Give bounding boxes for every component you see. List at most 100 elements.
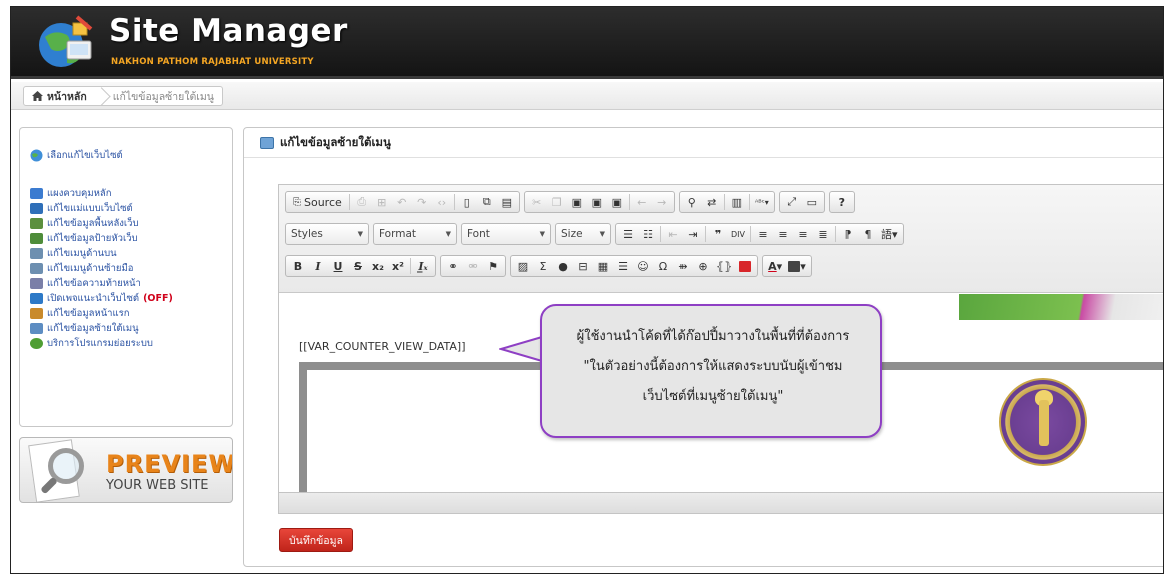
math-icon[interactable]: Σ [534,257,552,275]
justify-icon[interactable]: ≣ [814,225,832,243]
remove-format-icon[interactable]: I̲ₓ [414,257,432,275]
ltr-icon[interactable]: ⁋ [839,225,857,243]
sidebar-item-label: แก้ไขข้อมูลป้ายหัวเว็บ [47,233,138,244]
page-break-icon[interactable]: ⇻ [674,257,692,275]
numbered-list-icon[interactable]: ☰ [619,225,637,243]
panel-window-icon [260,136,274,149]
save-doc-icon[interactable]: ⎙ [353,193,371,211]
show-blocks-icon[interactable]: ▭ [803,193,821,211]
select-site-link[interactable]: เลือกแก้ไขเว็บไซต์ [30,148,123,163]
code-icon[interactable]: ‹› [433,193,451,211]
rtl-icon[interactable]: ¶ [859,225,877,243]
sidebar-item-template[interactable]: แก้ไขแม่แบบเว็บไซต์ [30,201,133,216]
bold-icon[interactable]: B [289,257,307,275]
text-color-icon[interactable]: A ▾ [766,257,784,275]
blockquote-icon[interactable]: ❞ [709,225,727,243]
toolbar-separator [348,194,350,210]
youtube-icon[interactable] [736,257,754,275]
chevron-down-icon: ▼ [357,230,363,238]
breadcrumb: หน้าหลัก แก้ไขข้อมูลซ้ายใต้เมนู [23,86,223,106]
sidebar-item-services[interactable]: บริการโปรแกรมย่อยระบบ [30,336,153,351]
paste-icon[interactable]: ▣ [568,193,586,211]
redo-icon[interactable]: → [653,193,671,211]
code-snippet-icon[interactable]: ⦃⦄ [714,257,734,275]
horizontal-line-icon[interactable]: ☰ [614,257,632,275]
superscript-icon[interactable]: x² [389,257,407,275]
counter-placeholder-text: [[VAR_COUNTER_VIEW_DATA]] [299,340,466,353]
align-right-icon[interactable]: ≡ [794,225,812,243]
breadcrumb-home[interactable]: หน้าหลัก [24,87,95,105]
underline-icon[interactable]: U [329,257,347,275]
templates-icon[interactable]: ▤ [498,193,516,211]
source-button[interactable]: ⎘ Source [289,193,346,211]
preview-website-button[interactable]: PREVIEW YOUR WEB SITE [19,437,233,503]
anchor-flag-icon[interactable]: ⚑ [484,257,502,275]
breadcrumb-separator [95,87,105,105]
table-icon[interactable]: ▦ [594,257,612,275]
font-dropdown[interactable]: Font ▼ [461,223,551,245]
language-icon[interactable]: 語▾ [879,225,900,243]
undo-icon[interactable]: ← [633,193,651,211]
toolbar-separator [410,258,411,274]
banner-icon [30,233,43,244]
sidebar-item-dashboard[interactable]: แผงควบคุมหลัก [30,186,112,201]
bulleted-list-icon[interactable]: ☷ [639,225,657,243]
paste-word-icon[interactable]: ▣ [608,193,626,211]
background-icon [30,218,43,229]
link-icon[interactable]: ⚭ [444,257,462,275]
instruction-callout: ผู้ใช้งานนำโค้ดที่ได้ก๊อปปี้มาวางในพื้นท… [540,304,882,438]
sidebar-item-home-page[interactable]: แก้ไขข้อมูลหน้าแรก [30,306,130,321]
bg-color-icon[interactable]: ▾ [786,257,808,275]
sidebar-item-banner[interactable]: แก้ไขข้อมูลป้ายหัวเว็บ [30,231,138,246]
sidebar-item-left-menu[interactable]: แก้ไขเมนูด้านซ้ายมือ [30,261,133,276]
indent-icon[interactable]: ⇥ [684,225,702,243]
special-char-icon[interactable]: Ω [654,257,672,275]
italic-icon[interactable]: I [309,257,327,275]
sidebar-item-intro-page[interactable]: เปิดเพจแนะนำเว็บไซต์ (OFF) [30,291,173,306]
breadcrumb-home-label: หน้าหลัก [47,90,87,103]
sidebar-item-top-menu[interactable]: แก้ไขเมนูด้านบน [30,246,117,261]
styles-dropdown[interactable]: Styles ▼ [285,223,369,245]
globe-icon[interactable]: ⊕ [694,257,712,275]
preview-icon[interactable]: ⧉ [478,193,496,211]
toolbar-row-1: ⎘ Source ⎙ ⊞ ↶ ↷ ‹› ▯ ⧉ ▤ ✂ ❐ ▣ ▣ ▣ ← → … [285,190,855,214]
new-page-icon[interactable]: ▯ [458,193,476,211]
paragraph-group: ☰ ☷ ⇤ ⇥ ❞ DIV ≡ ≡ ≡ ≣ ⁋ ¶ 語▾ [615,223,904,245]
format-dropdown[interactable]: Format ▼ [373,223,457,245]
cut-icon[interactable]: ✂ [528,193,546,211]
toolbar-separator [660,226,661,242]
insert-group: ▨ Σ ● ⊟ ▦ ☰ ☺ Ω ⇻ ⊕ ⦃⦄ [510,255,759,277]
size-dropdown[interactable]: Size ▼ [555,223,611,245]
outdent-icon[interactable]: ⇤ [664,225,682,243]
align-center-icon[interactable]: ≡ [774,225,792,243]
site-globe-icon [30,149,43,162]
copy-icon[interactable]: ❐ [548,193,566,211]
new-doc-icon[interactable]: ⊞ [373,193,391,211]
unlink-icon[interactable]: ⚮ [464,257,482,275]
site-subtitle: NAKHON PATHOM RAJABHAT UNIVERSITY [111,57,314,67]
spellcheck-icon[interactable]: ᴬᴮᶜ▾ [753,193,771,211]
align-left-icon[interactable]: ≡ [754,225,772,243]
div-container-icon[interactable]: DIV [729,225,747,243]
sidebar-item-left-under-menu[interactable]: แก้ไขข้อมูลซ้ายใต้เมนู [30,321,139,336]
subscript-icon[interactable]: x₂ [369,257,387,275]
find-icon[interactable]: ⚲ [683,193,701,211]
select-all-icon[interactable]: ▥ [728,193,746,211]
paste-text-icon[interactable]: ▣ [588,193,606,211]
image-icon[interactable]: ▨ [514,257,532,275]
replace-icon[interactable]: ⇄ [703,193,721,211]
maximize-icon[interactable]: ⤢ [783,193,801,211]
toolbar-row-3: B I U S x₂ x² I̲ₓ ⚭ ⚮ ⚑ ▨ Σ ● ⊟ ▦ ☰ ☺ Ω … [285,254,812,278]
redo-doc-icon[interactable]: ↷ [413,193,431,211]
save-button[interactable]: บันทึกข้อมูล [279,528,353,552]
sidebar-item-footer[interactable]: แก้ไขข้อความท้ายหน้า [30,276,141,291]
smiley-icon[interactable]: ☺ [634,257,652,275]
sidebar-item-label: แผงควบคุมหลัก [47,188,112,199]
undo-doc-icon[interactable]: ↶ [393,193,411,211]
format-label: Format [379,228,417,240]
sidebar-item-background[interactable]: แก้ไขข้อมูลพื้นหลังเว็บ [30,216,139,231]
iframe-icon[interactable]: ⊟ [574,257,592,275]
flash-icon[interactable]: ● [554,257,572,275]
strikethrough-icon[interactable]: S [349,257,367,275]
help-icon[interactable]: ? [833,193,851,211]
